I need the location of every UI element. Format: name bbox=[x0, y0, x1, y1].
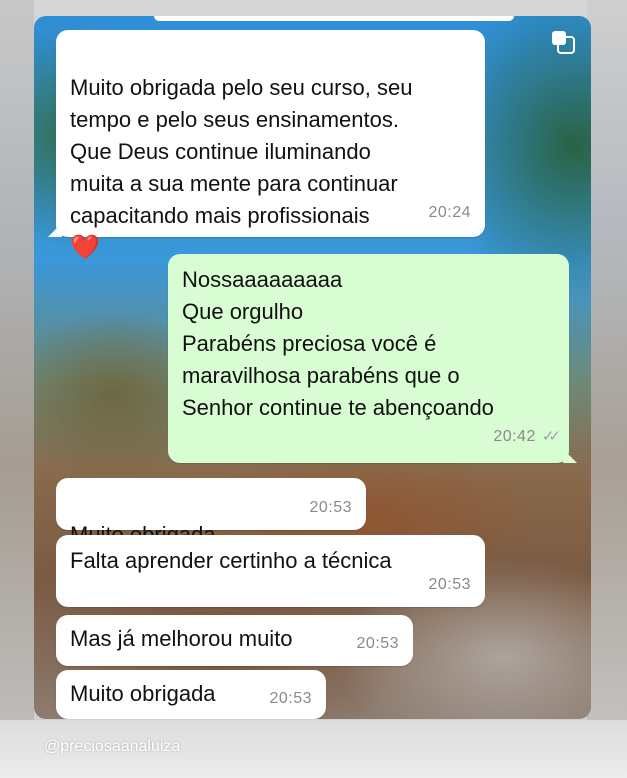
watermark-handle: @preciosaanaluiza bbox=[44, 738, 181, 755]
message-incoming-2[interactable]: Muito obrigada ❤️ 20:53 bbox=[56, 478, 366, 580]
message-time: 20:42 bbox=[493, 428, 536, 445]
message-incoming-5[interactable]: Muito obrigada 20:53 bbox=[56, 670, 326, 719]
double-check-icon: ✓✓ bbox=[541, 428, 561, 445]
message-incoming-1[interactable]: Muito obrigada pelo seu curso, seu tempo… bbox=[48, 30, 485, 261]
message-time: 20:53 bbox=[269, 690, 312, 707]
blurred-background-right bbox=[587, 0, 627, 778]
message-time: 20:53 bbox=[428, 576, 471, 593]
message-time: 20:24 bbox=[428, 204, 471, 221]
heart-emoji: ❤️ bbox=[70, 234, 100, 261]
message-text: Nossaaaaaaaaa Que orgulho Parabéns preci… bbox=[182, 267, 494, 420]
message-text: Falta aprender certinho a técnica bbox=[70, 548, 392, 573]
message-time: 20:53 bbox=[356, 635, 399, 652]
bubble-tail bbox=[563, 449, 577, 463]
message-time: 20:53 bbox=[309, 499, 352, 516]
chat-screenshot: Muito obrigada pelo seu curso, seu tempo… bbox=[34, 16, 591, 719]
blurred-background-left bbox=[0, 0, 34, 778]
message-incoming-3[interactable]: Falta aprender certinho a técnica 20:53 bbox=[56, 535, 485, 607]
message-time-with-receipt: 20:42 ✓✓ bbox=[493, 421, 561, 453]
bubble-tail bbox=[48, 223, 62, 237]
message-text: Muito obrigada pelo seu curso, seu tempo… bbox=[70, 75, 413, 261]
copy-icon[interactable] bbox=[552, 31, 575, 54]
message-incoming-4[interactable]: Mas já melhorou muito 20:53 bbox=[56, 615, 413, 666]
message-outgoing-1[interactable]: Nossaaaaaaaaa Que orgulho Parabéns preci… bbox=[168, 254, 577, 463]
previous-message-edge bbox=[154, 16, 514, 21]
message-text: Mas já melhorou muito bbox=[70, 626, 293, 651]
